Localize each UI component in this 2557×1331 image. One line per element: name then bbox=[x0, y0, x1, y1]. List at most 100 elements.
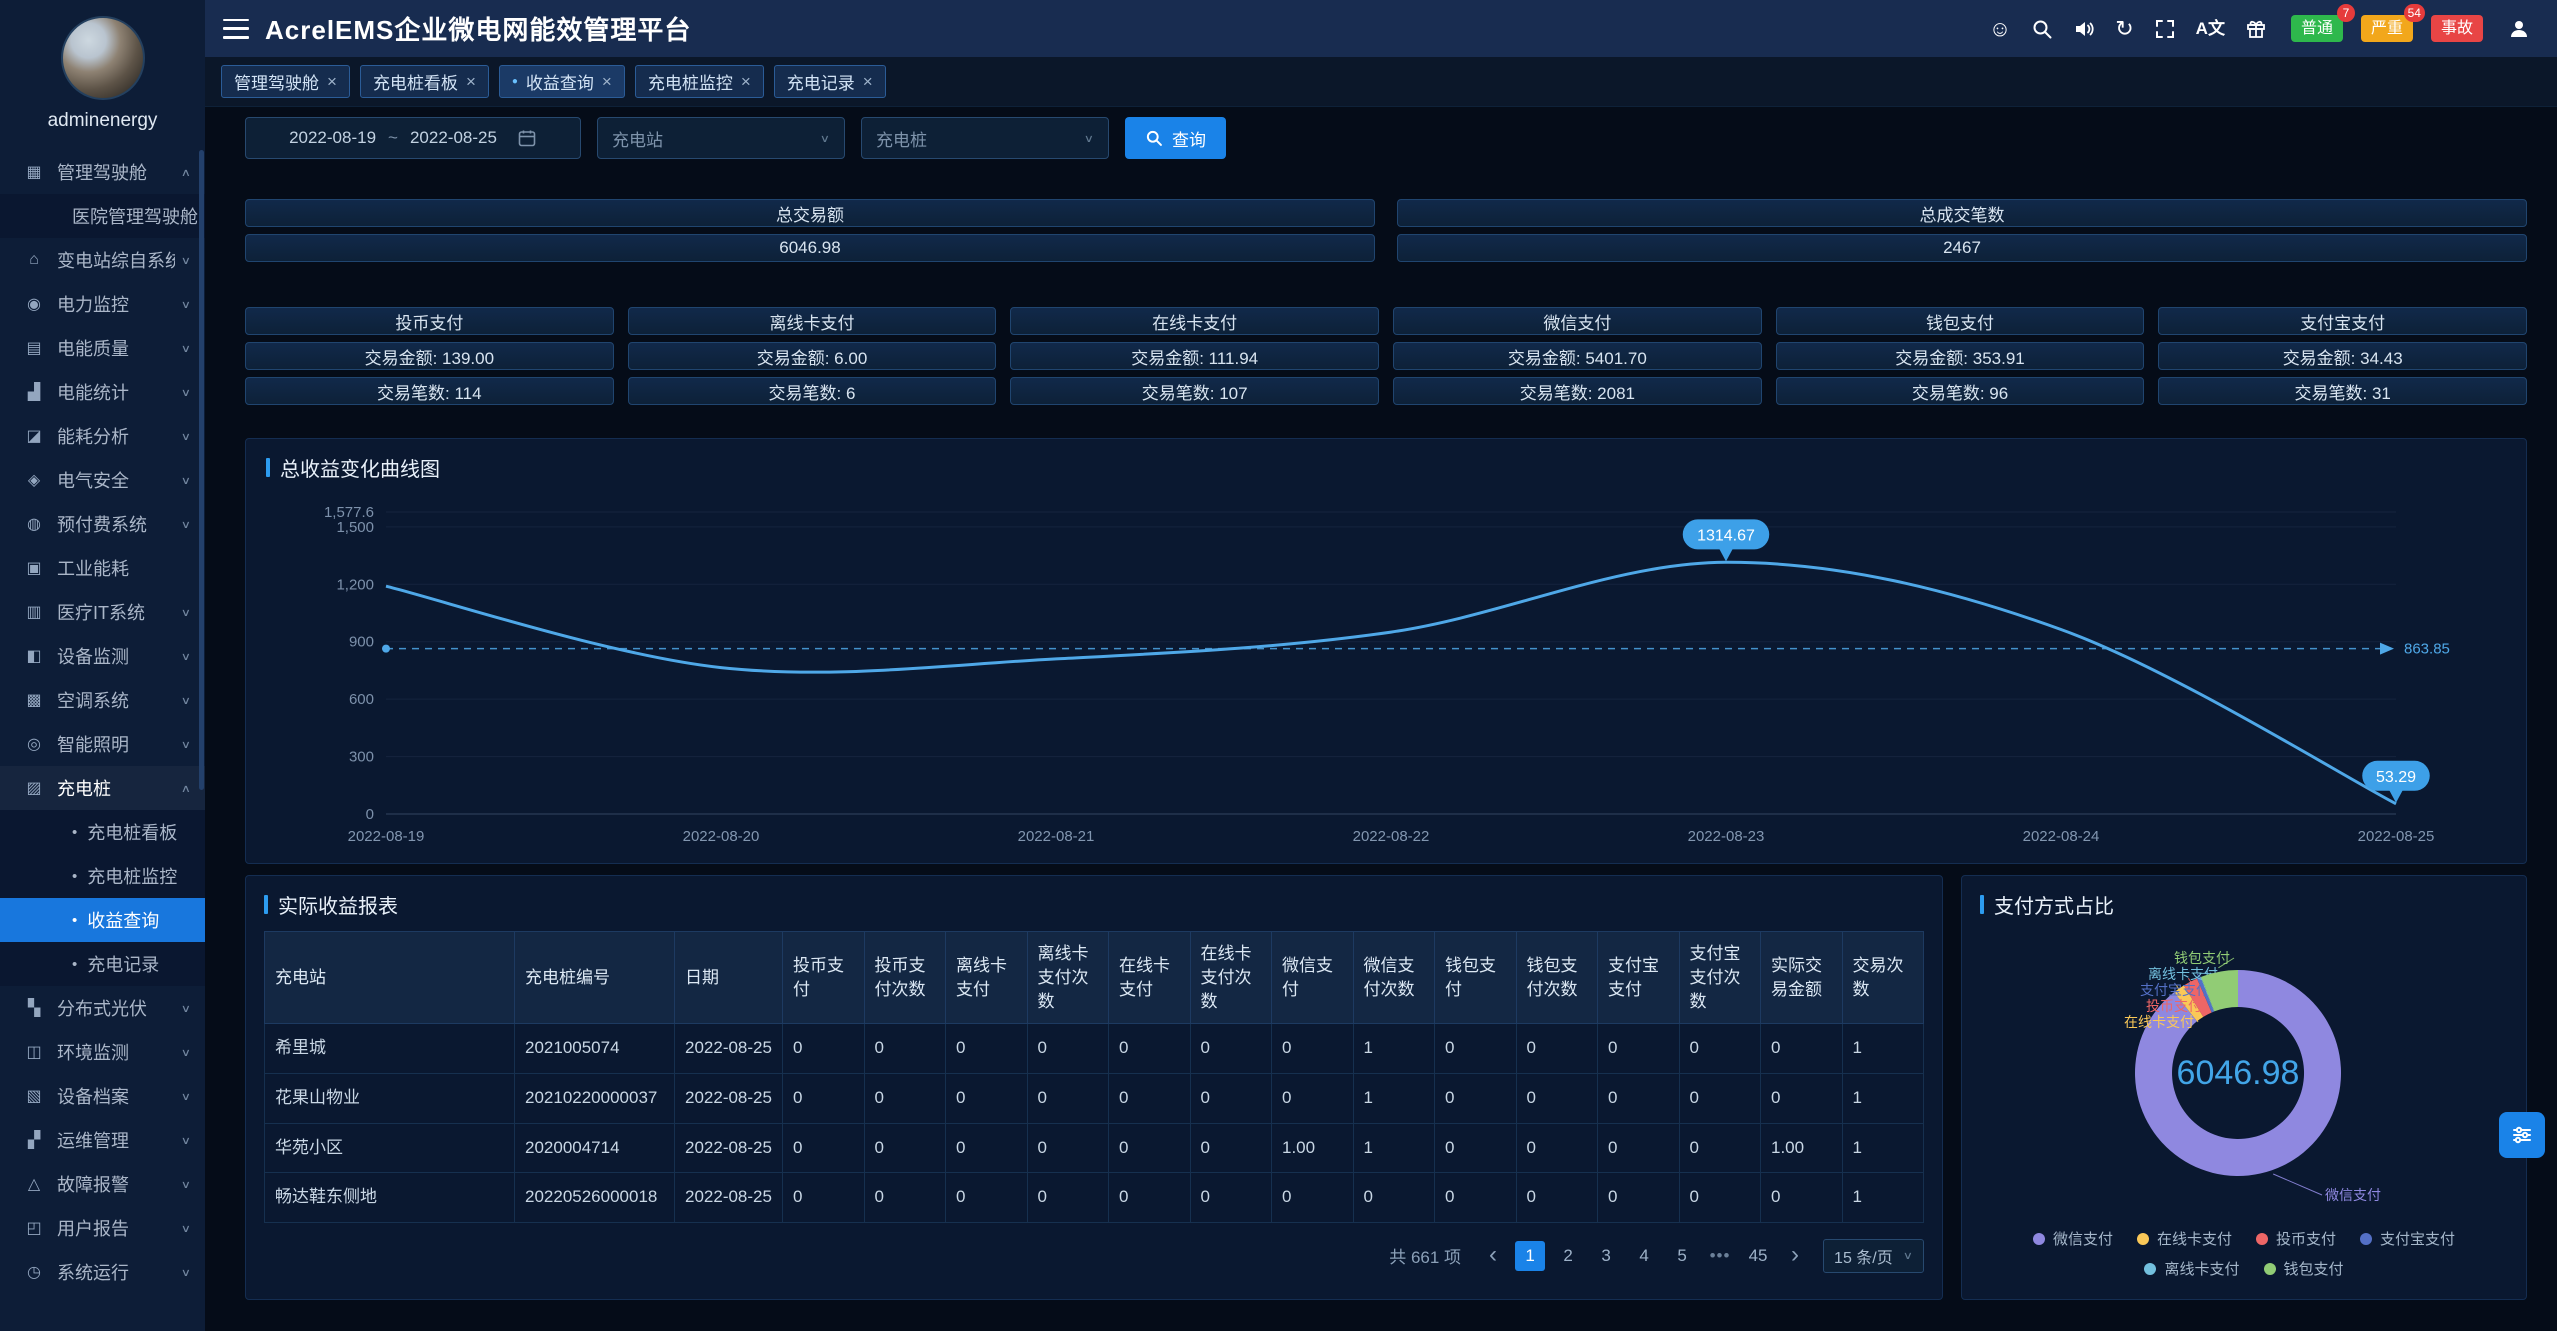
table-cell: 0 bbox=[1109, 1024, 1191, 1074]
y-axis-label: 600 bbox=[349, 691, 374, 708]
page-button[interactable]: 4 bbox=[1629, 1241, 1659, 1271]
sidebar-item[interactable]: ▧设备档案∨ bbox=[0, 1074, 205, 1118]
close-icon[interactable]: × bbox=[741, 72, 751, 92]
page-size-select[interactable]: 15 条/页 ∨ bbox=[1823, 1239, 1924, 1273]
pile-select[interactable]: 充电桩 ∨ bbox=[861, 117, 1109, 159]
legend-item[interactable]: 钱包支付 bbox=[2264, 1258, 2344, 1279]
settings-fab[interactable] bbox=[2499, 1112, 2545, 1158]
page-button[interactable]: 45 bbox=[1743, 1241, 1773, 1271]
table-cell: 2022-08-25 bbox=[675, 1123, 783, 1173]
title-accent-bar bbox=[266, 458, 270, 477]
sidebar-item[interactable]: ◷系统运行∨ bbox=[0, 1250, 205, 1294]
tab[interactable]: 充电桩监控× bbox=[635, 65, 764, 98]
sidebar-item[interactable]: ▚分布式光伏∨ bbox=[0, 986, 205, 1030]
prev-page-button[interactable]: ‹ bbox=[1479, 1241, 1507, 1271]
pay-card-count: 交易笔数: 6 bbox=[628, 377, 997, 405]
sidebar-item[interactable]: △故障报警∨ bbox=[0, 1162, 205, 1206]
chevron-down-icon: ∨ bbox=[820, 132, 830, 145]
emoji-icon[interactable]: ☺ bbox=[1989, 18, 2011, 40]
date-range-picker[interactable]: 2022-08-19 ~ 2022-08-25 bbox=[245, 117, 581, 159]
search-icon[interactable] bbox=[2031, 18, 2053, 40]
fault-alarm-icon: △ bbox=[22, 1174, 46, 1194]
table-cell: 0 bbox=[783, 1123, 865, 1173]
user-report-icon: ◰ bbox=[22, 1218, 46, 1238]
legend-dot-icon bbox=[2256, 1233, 2268, 1245]
sidebar-subitem[interactable]: •收益查询 bbox=[0, 898, 205, 942]
avatar[interactable] bbox=[61, 16, 145, 100]
station-select[interactable]: 充电站 ∨ bbox=[597, 117, 845, 159]
sidebar-item[interactable]: ◎智能照明∨ bbox=[0, 722, 205, 766]
sidebar-item[interactable]: ◰用户报告∨ bbox=[0, 1206, 205, 1250]
title-accent-bar bbox=[1980, 895, 1984, 914]
sidebar-item[interactable]: ◧设备监测∨ bbox=[0, 634, 205, 678]
sidebar-item[interactable]: ⌂变电站综自系统∨ bbox=[0, 238, 205, 282]
table-cell: 0 bbox=[1190, 1173, 1272, 1223]
menu-toggle-icon[interactable] bbox=[223, 19, 249, 39]
sidebar-item-label: 电气安全 bbox=[57, 467, 175, 493]
search-button[interactable]: 查询 bbox=[1125, 117, 1226, 159]
sidebar-item[interactable]: ▦管理驾驶舱∧ bbox=[0, 150, 205, 194]
table-cell: 2022-08-25 bbox=[675, 1074, 783, 1124]
user-icon[interactable] bbox=[2507, 17, 2531, 41]
sidebar-subitem[interactable]: •充电桩监控 bbox=[0, 854, 205, 898]
legend-item[interactable]: 微信支付 bbox=[2033, 1228, 2113, 1249]
sidebar-item[interactable]: ◍预付费系统∨ bbox=[0, 502, 205, 546]
legend-item[interactable]: 离线卡支付 bbox=[2144, 1258, 2239, 1279]
alarm-badge[interactable]: 事故 bbox=[2431, 15, 2483, 43]
sound-icon[interactable] bbox=[2073, 18, 2095, 40]
sidebar-item[interactable]: ◈电气安全∨ bbox=[0, 458, 205, 502]
sidebar-item[interactable]: ◉电力监控∨ bbox=[0, 282, 205, 326]
sidebar-item[interactable]: ▞运维管理∨ bbox=[0, 1118, 205, 1162]
sidebar-item-label: 工业能耗 bbox=[57, 555, 185, 581]
sidebar-subitem[interactable]: 医院管理驾驶舱 bbox=[0, 194, 205, 238]
refresh-icon[interactable]: ↻ bbox=[2115, 18, 2133, 40]
column-header: 投币支付 bbox=[783, 932, 865, 1024]
legend-item[interactable]: 在线卡支付 bbox=[2137, 1228, 2232, 1249]
line-chart: 03006009001,2001,5001,577.62022-08-19202… bbox=[266, 484, 2506, 861]
alarm-badge[interactable]: 普通7 bbox=[2291, 15, 2343, 43]
tab-label: 充电记录 bbox=[787, 69, 855, 94]
close-icon[interactable]: × bbox=[863, 72, 873, 92]
alarm-badge[interactable]: 严重54 bbox=[2361, 15, 2413, 43]
table-cell: 华苑小区 bbox=[265, 1123, 515, 1173]
page-button[interactable]: 5 bbox=[1667, 1241, 1697, 1271]
next-page-button[interactable]: › bbox=[1781, 1241, 1809, 1271]
calendar-icon bbox=[517, 128, 537, 148]
sidebar-item[interactable]: ▥医疗IT系统∨ bbox=[0, 590, 205, 634]
tab[interactable]: 充电记录 × bbox=[774, 65, 886, 98]
page-button[interactable]: 1 bbox=[1515, 1241, 1545, 1271]
mark-point-label: 1314.67 bbox=[1697, 527, 1755, 544]
legend-item[interactable]: 投币支付 bbox=[2256, 1228, 2336, 1249]
table-cell: 1 bbox=[1842, 1024, 1924, 1074]
tab[interactable]: 充电桩看板× bbox=[360, 65, 489, 98]
sidebar-item-label: 设备监测 bbox=[57, 643, 175, 669]
x-axis-label: 2022-08-23 bbox=[1688, 828, 1765, 845]
translate-icon[interactable]: A文 bbox=[2196, 20, 2225, 37]
sidebar-item[interactable]: ▩空调系统∨ bbox=[0, 678, 205, 722]
tab[interactable]: 管理驾驶舱× bbox=[221, 65, 350, 98]
sidebar-item[interactable]: ▨充电桩∧ bbox=[0, 766, 205, 810]
pay-card: 投币支付交易金额: 139.00交易笔数: 114 bbox=[245, 307, 614, 412]
tab[interactable]: ●收益查询× bbox=[499, 65, 625, 98]
sidebar-item-label: 运维管理 bbox=[57, 1127, 175, 1153]
page-button[interactable]: 2 bbox=[1553, 1241, 1583, 1271]
sidebar-item[interactable]: ▣工业能耗 bbox=[0, 546, 205, 590]
sidebar-scrollbar[interactable] bbox=[199, 150, 204, 790]
close-icon[interactable]: × bbox=[602, 72, 612, 92]
pay-card: 离线卡支付交易金额: 6.00交易笔数: 6 bbox=[628, 307, 997, 412]
sidebar-item[interactable]: ▟电能统计∨ bbox=[0, 370, 205, 414]
chevron-down-icon: ∨ bbox=[181, 1266, 191, 1279]
sidebar-item[interactable]: ◫环境监测∨ bbox=[0, 1030, 205, 1074]
sidebar-subitem[interactable]: •充电记录 bbox=[0, 942, 205, 986]
pie-label: 钱包支付 bbox=[2174, 950, 2230, 966]
sidebar-item[interactable]: ▤电能质量∨ bbox=[0, 326, 205, 370]
sidebar-item-label: 空调系统 bbox=[57, 687, 175, 713]
gift-icon[interactable] bbox=[2245, 18, 2267, 40]
page-button[interactable]: 3 bbox=[1591, 1241, 1621, 1271]
sidebar-subitem[interactable]: •充电桩看板 bbox=[0, 810, 205, 854]
fullscreen-icon[interactable] bbox=[2154, 18, 2176, 40]
sidebar-item[interactable]: ◪能耗分析∨ bbox=[0, 414, 205, 458]
close-icon[interactable]: × bbox=[327, 72, 337, 92]
close-icon[interactable]: × bbox=[466, 72, 476, 92]
legend-item[interactable]: 支付宝支付 bbox=[2360, 1228, 2455, 1249]
